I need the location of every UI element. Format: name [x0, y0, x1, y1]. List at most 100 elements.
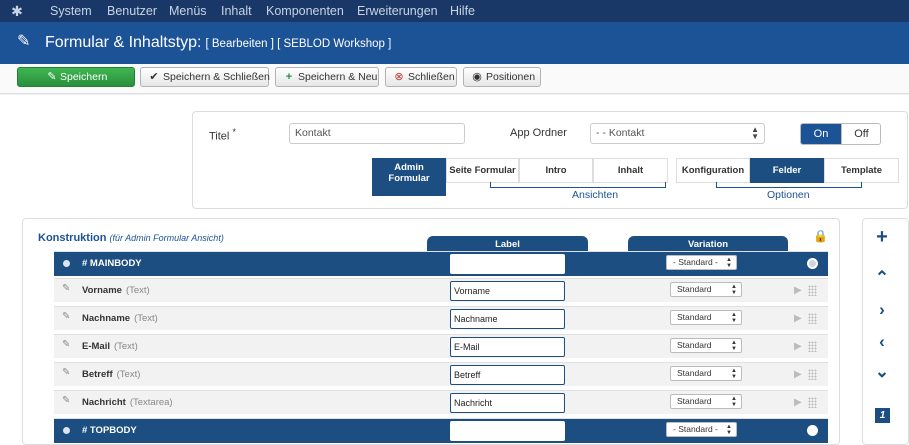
field-name: E-Mail (Text)	[82, 341, 138, 352]
menu-benutzer[interactable]: Benutzer	[107, 4, 157, 18]
add-icon[interactable]: +	[873, 227, 891, 247]
move-arrow-icon[interactable]: ▶	[794, 397, 803, 408]
position-row-topbody[interactable]: # TOPBODY - Standard - ▲ ▼	[54, 418, 828, 443]
app-folder-label: App Ordner	[510, 127, 567, 139]
menu-inhalt[interactable]: Inhalt	[221, 4, 252, 18]
move-arrow-icon[interactable]: ▶	[794, 313, 803, 324]
menu-komponenten[interactable]: Komponenten	[266, 4, 344, 18]
save-close-label: Speichern & Schließen	[163, 71, 270, 83]
save-icon: ✎	[47, 71, 57, 83]
page-number-badge[interactable]: 1	[875, 408, 890, 423]
field-name-text: E-Mail	[82, 341, 110, 352]
edit-pencil-icon[interactable]: ✎	[62, 367, 70, 378]
label-input[interactable]	[450, 254, 565, 274]
construction-subtitle: (für Admin Formular Ansicht)	[109, 233, 224, 243]
field-type: (Textarea)	[129, 397, 173, 408]
drag-handle-icon[interactable]	[808, 397, 817, 408]
tab-konfiguration[interactable]: Konfiguration	[676, 158, 750, 183]
field-name: Nachricht (Textarea)	[82, 397, 173, 408]
construction-title: Konstruktion (für Admin Formular Ansicht)	[38, 232, 224, 244]
variation-value: Standard	[677, 396, 712, 406]
label-input[interactable]: Nachname	[450, 309, 565, 329]
drag-handle-icon[interactable]	[808, 341, 817, 352]
select-arrows-icon: ▲ ▼	[731, 396, 737, 408]
tab-admin-formular[interactable]: Admin Formular	[372, 158, 446, 196]
variation-select[interactable]: Standard ▲ ▼	[670, 338, 742, 353]
label-input[interactable]: Vorname	[450, 281, 565, 301]
save-close-button[interactable]: ✔ Speichern & Schließen	[140, 67, 270, 87]
chevron-left-icon[interactable]: ‹	[873, 333, 891, 351]
app-folder-select[interactable]: - - Kontakt ▲ ▼	[590, 123, 765, 144]
tab-inhalt[interactable]: Inhalt	[593, 158, 668, 183]
variation-select[interactable]: Standard ▲ ▼	[670, 310, 742, 325]
close-button[interactable]: ⊗ Schließen	[385, 67, 457, 87]
variation-value: - Standard -	[673, 424, 718, 434]
variation-select[interactable]: - Standard - ▲ ▼	[666, 255, 737, 270]
label-input[interactable]: Nachricht	[450, 393, 565, 413]
field-row-email[interactable]: ✎ E-Mail (Text) E-Mail Standard ▲ ▼ ▶	[54, 334, 828, 358]
save-new-button[interactable]: + Speichern & Neu	[275, 67, 379, 87]
edit-pencil-icon[interactable]: ✎	[62, 395, 70, 406]
title-label-text: Titel	[209, 130, 230, 143]
label-input[interactable]: Betreff	[450, 365, 565, 385]
select-arrows-icon: ▲ ▼	[726, 257, 732, 269]
position-dot-icon	[63, 260, 70, 267]
variation-value: Standard	[677, 284, 712, 294]
edit-pencil-icon[interactable]: ✎	[62, 283, 70, 294]
save-button[interactable]: ✎ Speichern	[17, 67, 135, 87]
positions-button[interactable]: ◉ Positionen	[463, 67, 541, 87]
toggle-circle-icon[interactable]	[807, 258, 818, 269]
label-input[interactable]	[450, 421, 565, 441]
variation-select[interactable]: Standard ▲ ▼	[670, 394, 742, 409]
field-name-text: Vorname	[82, 285, 122, 296]
tab-felder[interactable]: Felder	[750, 158, 824, 183]
tab-seite-formular[interactable]: Seite Formular	[446, 158, 519, 183]
chevron-down-icon[interactable]: ⌄	[873, 363, 891, 381]
move-arrow-icon[interactable]: ▶	[794, 341, 803, 352]
field-name-text: Nachricht	[82, 397, 126, 408]
lock-icon[interactable]: 🔒	[813, 229, 828, 243]
field-name-text: Betreff	[82, 369, 113, 380]
state-toggle[interactable]: On Off	[800, 123, 881, 145]
tab-template[interactable]: Template	[824, 158, 899, 183]
page-title-text: Formular & Inhaltstyp:	[45, 34, 202, 51]
field-row-nachname[interactable]: ✎ Nachname (Text) Nachname Standard ▲ ▼ ▶	[54, 306, 828, 330]
close-circle-icon: ⊗	[394, 71, 404, 83]
tab-admin-line2: Formular	[388, 173, 430, 184]
menu-system[interactable]: System	[50, 4, 92, 18]
field-row-nachricht[interactable]: ✎ Nachricht (Textarea) Nachricht Standard…	[54, 390, 828, 414]
variation-value: Standard	[677, 312, 712, 322]
menu-hilfe[interactable]: Hilfe	[450, 4, 475, 18]
variation-value: Standard	[677, 368, 712, 378]
drag-handle-icon[interactable]	[808, 285, 817, 296]
save-button-label: Speichern	[60, 71, 108, 83]
top-menu-bar: ✱ System Benutzer Menüs Inhalt Komponent…	[0, 0, 909, 22]
drag-handle-icon[interactable]	[808, 313, 817, 324]
tab-intro[interactable]: Intro	[519, 158, 593, 183]
chevron-up-icon[interactable]: ⌃	[873, 269, 891, 287]
variation-value: - Standard -	[673, 257, 718, 267]
label-input[interactable]: E-Mail	[450, 337, 565, 357]
field-row-vorname[interactable]: ✎ Vorname (Text) Vorname Standard ▲ ▼ ▶	[54, 278, 828, 302]
select-arrows-icon: ▲ ▼	[731, 284, 737, 296]
drag-handle-icon[interactable]	[808, 369, 817, 380]
joomla-logo-icon[interactable]: ✱	[9, 3, 25, 19]
toggle-off[interactable]: Off	[841, 124, 880, 144]
toggle-circle-icon[interactable]	[807, 425, 818, 436]
variation-select[interactable]: Standard ▲ ▼	[670, 282, 742, 297]
field-type: (Text)	[134, 313, 158, 324]
title-input[interactable]: Kontakt	[289, 123, 465, 144]
move-arrow-icon[interactable]: ▶	[794, 369, 803, 380]
menu-erweiterungen[interactable]: Erweiterungen	[357, 4, 438, 18]
menu-menues[interactable]: Menüs	[169, 4, 207, 18]
move-arrow-icon[interactable]: ▶	[794, 285, 803, 296]
field-type: (Text)	[125, 285, 150, 296]
position-row-mainbody[interactable]: # MAINBODY - Standard - ▲ ▼	[54, 251, 828, 276]
edit-pencil-icon[interactable]: ✎	[62, 339, 70, 350]
variation-select[interactable]: Standard ▲ ▼	[670, 366, 742, 381]
toggle-on[interactable]: On	[801, 124, 841, 144]
variation-select[interactable]: - Standard - ▲ ▼	[666, 422, 737, 437]
chevron-right-icon[interactable]: ›	[873, 301, 891, 319]
field-row-betreff[interactable]: ✎ Betreff (Text) Betreff Standard ▲ ▼ ▶	[54, 362, 828, 386]
edit-pencil-icon[interactable]: ✎	[62, 311, 70, 322]
